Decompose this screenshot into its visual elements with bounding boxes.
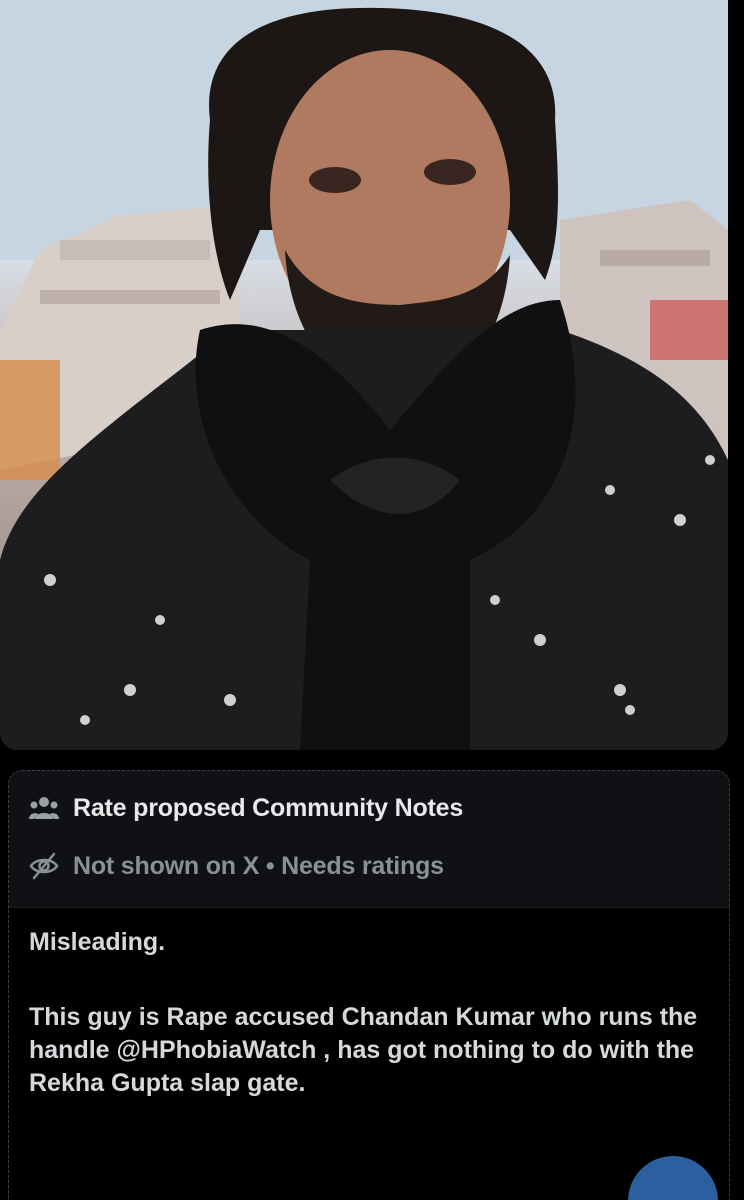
rate-community-notes-header[interactable]: Rate proposed Community Notes: [29, 793, 463, 823]
portrait-photo: [0, 0, 728, 750]
note-status-text: Not shown on X • Needs ratings: [73, 851, 444, 880]
community-note-card: Rate proposed Community Notes Not shown …: [8, 770, 730, 1200]
note-title: Rate proposed Community Notes: [73, 793, 464, 822]
note-classification: Misleading.: [29, 928, 166, 956]
screenshot-page: Rate proposed Community Notes Not shown …: [0, 0, 744, 1200]
people-icon: [29, 793, 59, 823]
note-body: Misleading. This guy is Rape accused Cha…: [9, 907, 729, 1200]
eye-off-icon: [29, 851, 59, 881]
note-status: Not shown on X • Needs ratings: [29, 851, 444, 881]
note-text: This guy is Rape accused Chandan Kumar w…: [29, 1003, 698, 1097]
post-photo[interactable]: [0, 0, 728, 750]
